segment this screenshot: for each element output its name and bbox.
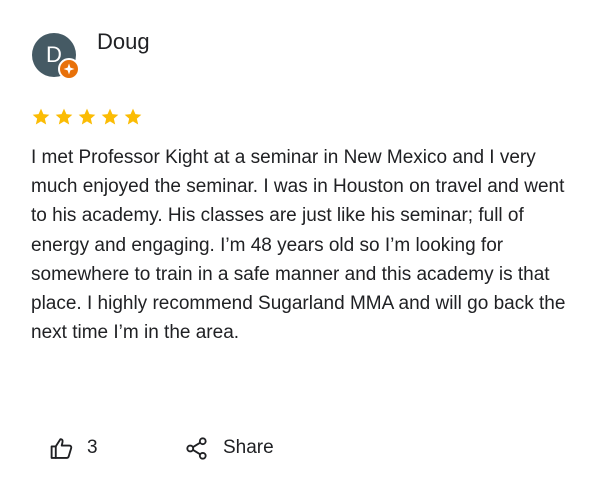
star-icon <box>78 108 96 125</box>
like-count: 3 <box>87 437 98 458</box>
star-icon <box>124 108 142 125</box>
star-icon <box>55 108 73 125</box>
share-label: Share <box>223 437 274 458</box>
review-card: D Doug I met Professor Kight at a semina… <box>0 0 592 498</box>
share-button[interactable]: Share <box>184 433 274 463</box>
reviewer-name[interactable]: Doug <box>97 28 150 56</box>
star-icon <box>32 108 50 125</box>
local-guide-icon <box>58 58 80 80</box>
star-rating <box>31 107 143 129</box>
star-icon <box>101 108 119 125</box>
like-button[interactable]: 3 <box>49 433 98 463</box>
thumbs-up-icon <box>50 437 73 459</box>
review-text: I met Professor Kight at a seminar in Ne… <box>31 147 566 344</box>
share-icon <box>186 436 207 460</box>
